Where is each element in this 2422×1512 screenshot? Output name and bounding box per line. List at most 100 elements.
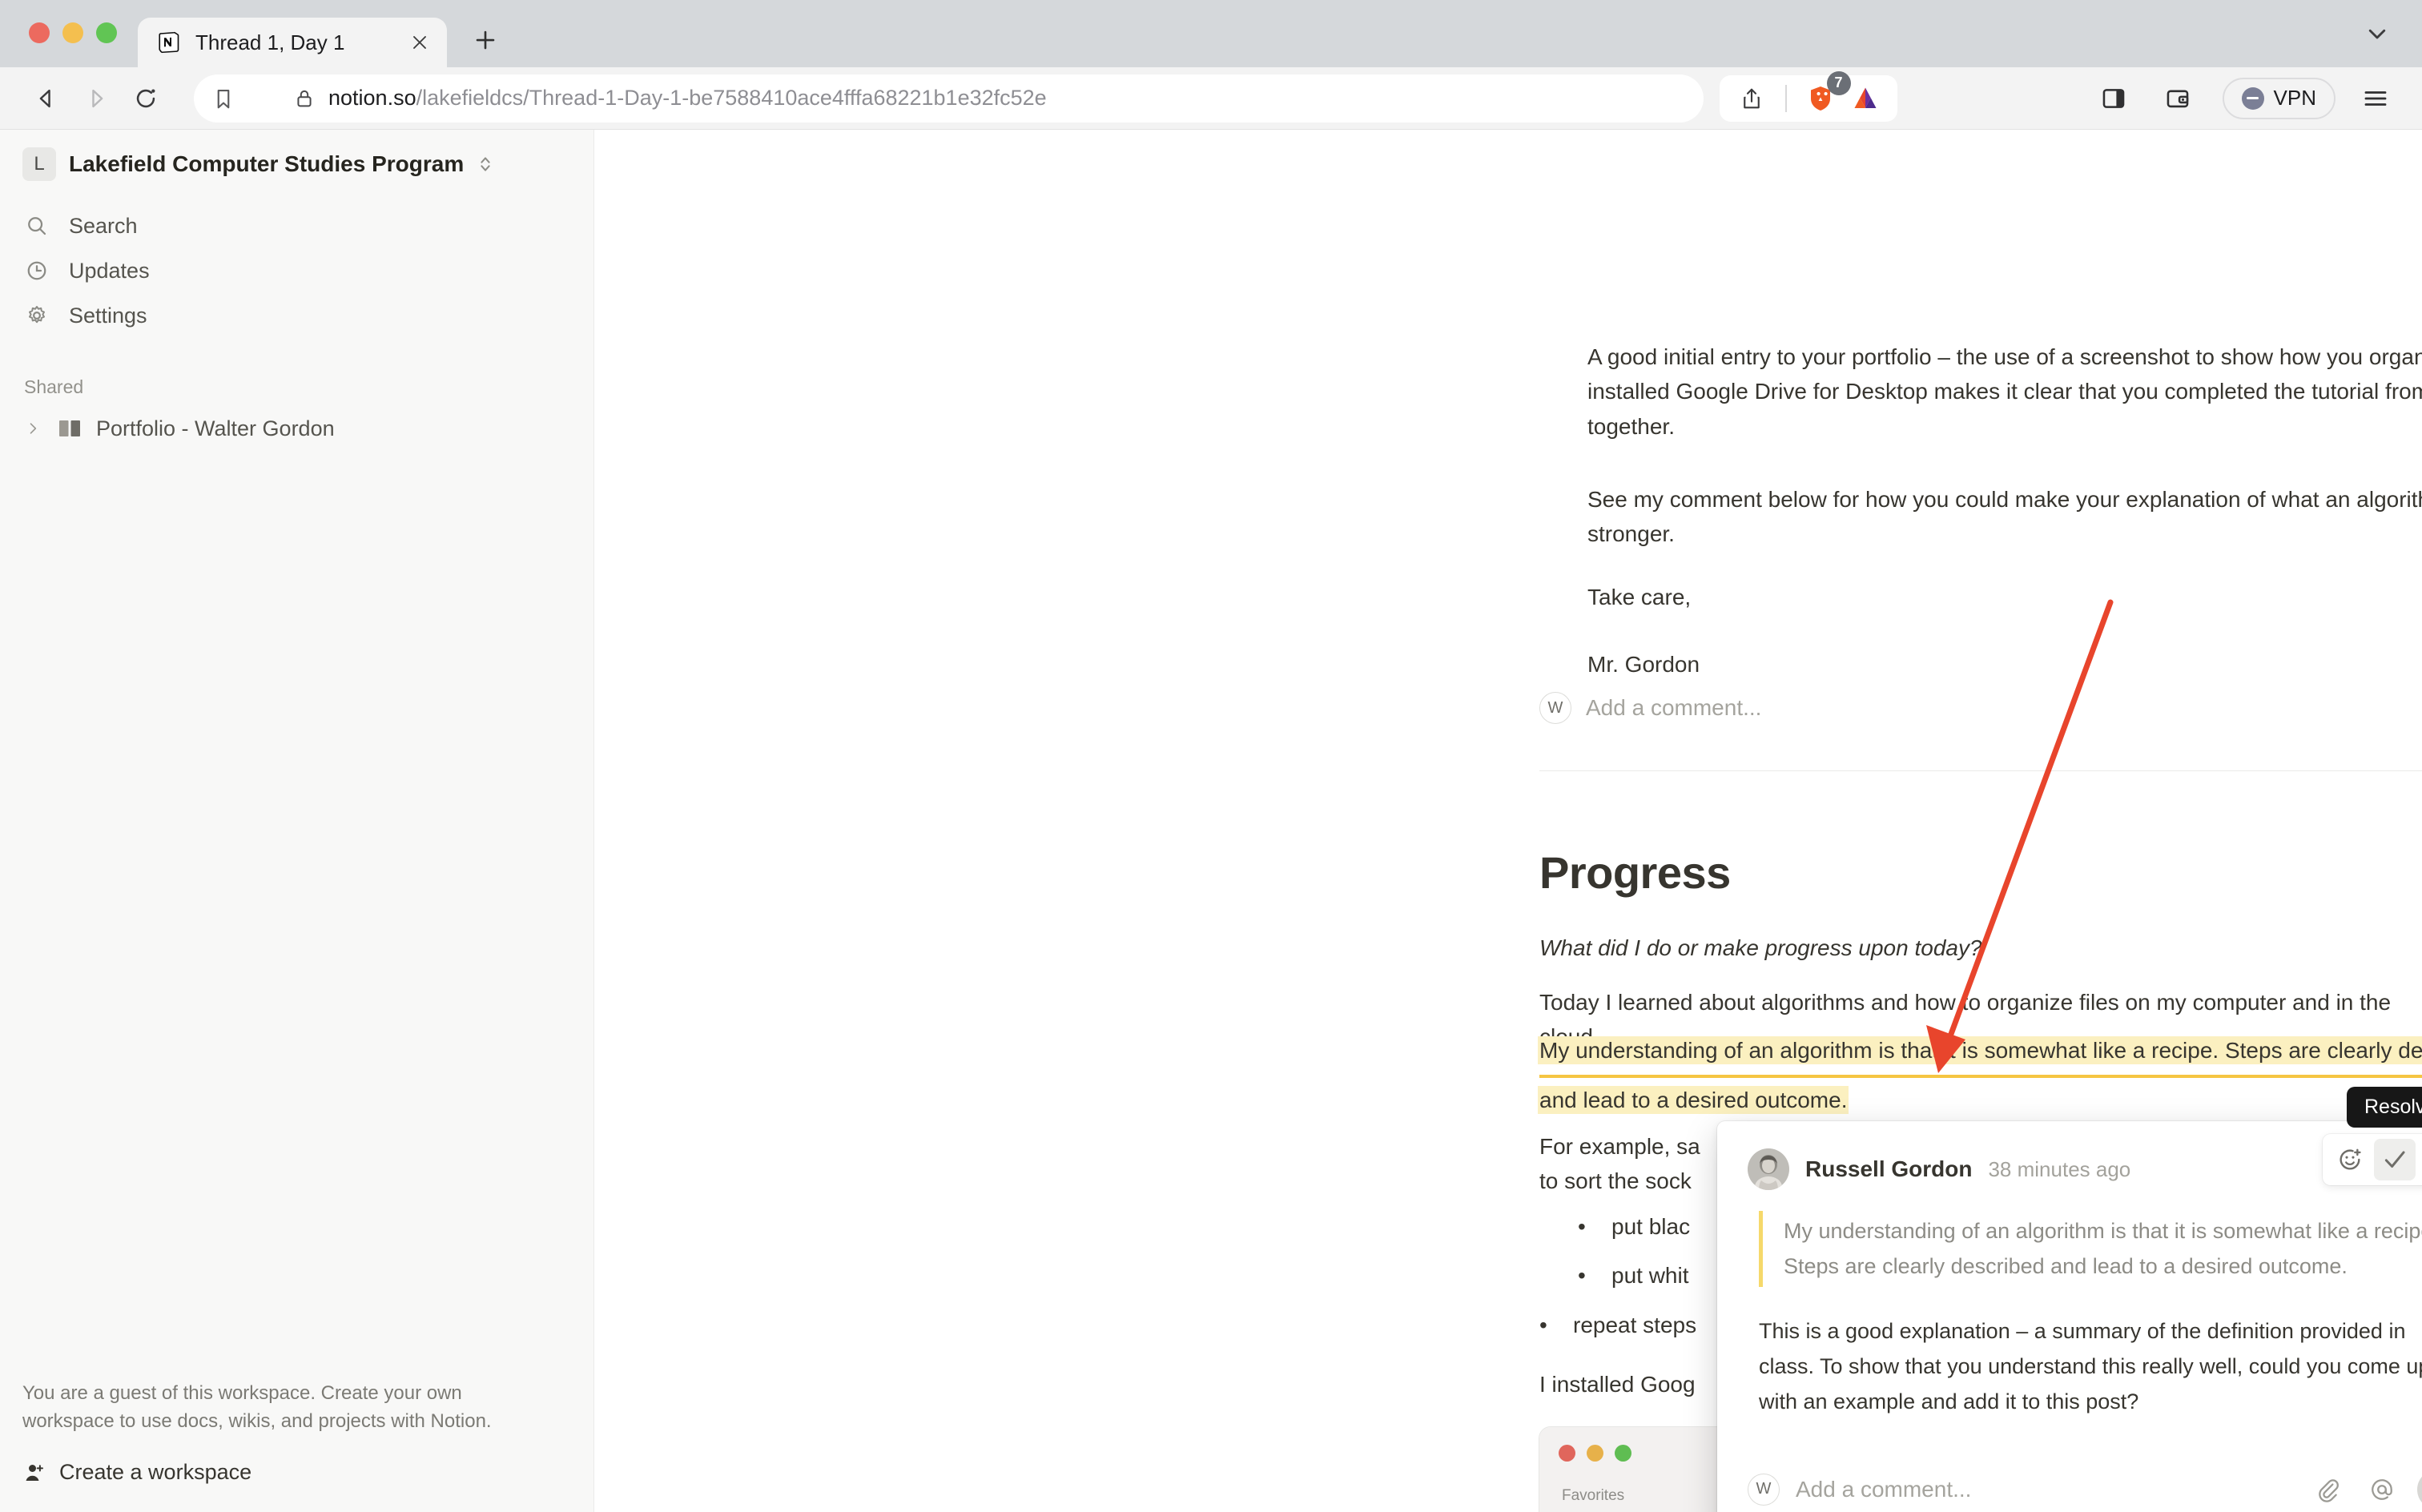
shield-badge-count: 7	[1827, 71, 1851, 95]
clock-icon	[22, 259, 51, 283]
address-bar[interactable]: notion.so/lakefieldcs/Thread-1-Day-1-be7…	[194, 74, 1704, 123]
chevron-updown-icon[interactable]	[477, 153, 494, 175]
resolve-check-icon[interactable]	[2374, 1139, 2416, 1180]
sidebar-item-label: Updates	[69, 259, 150, 284]
forward-button[interactable]	[74, 76, 119, 121]
paragraph-see-comment: See my comment below for how you could m…	[1587, 482, 2422, 552]
highlight-line-1: My understanding of an algorithm is that…	[1539, 1038, 2422, 1063]
share-icon[interactable]	[1729, 76, 1774, 121]
notion-icon	[155, 29, 183, 56]
reload-button[interactable]	[123, 76, 168, 121]
highlight-line-2: and lead to a desired outcome.	[1539, 1088, 1847, 1112]
highlighted-commented-text[interactable]: My understanding of an algorithm is that…	[1539, 1033, 2422, 1118]
mention-icon[interactable]	[2363, 1470, 2401, 1509]
window-traffic-lights	[0, 22, 117, 67]
page-title: Progress	[1539, 846, 1731, 899]
workspace-avatar: L	[22, 147, 56, 181]
comment-timestamp: 38 minutes ago	[1988, 1157, 2130, 1182]
book-icon	[56, 418, 83, 439]
chevron-right-icon[interactable]	[22, 420, 43, 436]
resolve-tooltip: Resolve	[2347, 1087, 2422, 1128]
comment-composer[interactable]: W Add a comment...	[1717, 1449, 2422, 1512]
close-icon[interactable]	[407, 30, 432, 55]
bullet-dot-icon: •	[1578, 1209, 1594, 1244]
list-item-label: put blac	[1611, 1209, 1690, 1244]
back-button[interactable]	[24, 76, 69, 121]
sidebar-item-settings[interactable]: Settings	[0, 293, 593, 338]
vpn-label: VPN	[2274, 86, 2316, 111]
bullet-dot-icon: •	[1578, 1258, 1594, 1293]
finder-minimize-button	[1587, 1445, 1603, 1462]
comment-body: This is a good explanation – a summary o…	[1759, 1314, 2422, 1419]
bullet-dot-icon: •	[1539, 1308, 1555, 1342]
browser-window: Thread 1, Day 1	[0, 0, 2422, 1512]
page-comment-composer[interactable]: W Add a comment...	[1539, 692, 2422, 724]
paragraph-signoff: Mr. Gordon	[1587, 647, 1700, 682]
bookmark-icon[interactable]	[211, 86, 235, 111]
comment-author: Russell Gordon	[1805, 1156, 1972, 1182]
comment-underline	[1539, 1075, 2422, 1078]
brave-shields-icon[interactable]: 7	[1798, 76, 1843, 121]
attachment-icon[interactable]	[2308, 1470, 2347, 1509]
url-host: notion.so	[328, 86, 416, 110]
installed-left: I installed Goog	[1539, 1372, 1696, 1397]
new-tab-button[interactable]	[468, 22, 503, 58]
notion-app: L Lakefield Computer Studies Program Sea…	[0, 130, 2422, 1512]
close-window-button[interactable]	[29, 22, 50, 43]
sidebar-item-label: Search	[69, 214, 138, 239]
sidebar-item-label: Portfolio - Walter Gordon	[96, 416, 335, 441]
create-workspace-button[interactable]: Create a workspace	[22, 1460, 571, 1485]
quoted-text: My understanding of an algorithm is that…	[1759, 1211, 2422, 1287]
sidebar-section-label: Shared	[0, 338, 593, 406]
workspace-name: Lakefield Computer Studies Program	[69, 151, 464, 177]
vpn-status-icon	[2242, 87, 2264, 110]
paragraph-take-care: Take care,	[1587, 580, 1691, 614]
send-icon[interactable]	[2417, 1470, 2422, 1510]
url-path: /lakefieldcs/Thread-1-Day-1-be7588410ace…	[416, 86, 1047, 110]
add-comment-placeholder: Add a comment...	[1796, 1477, 2292, 1502]
list-item-label: put whit	[1611, 1258, 1689, 1293]
sidebar-item-portfolio[interactable]: Portfolio - Walter Gordon	[0, 406, 593, 451]
person-add-icon	[22, 1461, 46, 1485]
sidebar-footer: You are a guest of this workspace. Creat…	[0, 1380, 593, 1512]
notion-sidebar: L Lakefield Computer Studies Program Sea…	[0, 130, 594, 1512]
example-line-2: to sort the sock	[1539, 1168, 1692, 1193]
workspace-switcher[interactable]: L Lakefield Computer Studies Program	[0, 130, 593, 189]
comment-popup: Russell Gordon 38 minutes ago	[1717, 1121, 2422, 1512]
browser-tab[interactable]: Thread 1, Day 1	[138, 18, 447, 67]
avatar: W	[1539, 692, 1571, 724]
document-canvas: A good initial entry to your portfolio –…	[594, 130, 2422, 1512]
more-options-icon[interactable]	[2419, 1139, 2422, 1180]
chevron-down-icon[interactable]	[2361, 18, 2393, 50]
sidebar-nav: Search Updates Settings	[0, 189, 593, 338]
paragraph-intro: A good initial entry to your portfolio –…	[1587, 340, 2422, 444]
sidebar-item-label: Settings	[69, 304, 147, 328]
example-line-1: For example, sa	[1539, 1134, 1700, 1159]
vpn-button[interactable]: VPN	[2223, 78, 2336, 119]
paragraph-prompt: What did I do or make progress upon toda…	[1539, 931, 1982, 965]
url-text: notion.so/lakefieldcs/Thread-1-Day-1-be7…	[328, 86, 1047, 111]
hamburger-menu-icon[interactable]	[2353, 76, 2398, 121]
add-reaction-icon[interactable]	[2329, 1139, 2371, 1180]
extension-group: 7	[1720, 75, 1897, 122]
list-item-label: repeat steps	[1573, 1308, 1696, 1342]
minimize-window-button[interactable]	[62, 22, 83, 43]
create-workspace-label: Create a workspace	[59, 1460, 251, 1485]
guest-note: You are a guest of this workspace. Creat…	[22, 1380, 535, 1436]
gear-icon	[22, 304, 51, 328]
comment-toolbar	[2323, 1134, 2422, 1185]
tab-title: Thread 1, Day 1	[195, 30, 394, 55]
avatar	[1748, 1148, 1789, 1190]
search-icon	[22, 214, 51, 238]
wallet-icon[interactable]	[2155, 76, 2200, 121]
maximize-window-button[interactable]	[96, 22, 117, 43]
sidebar-toggle-icon[interactable]	[2091, 76, 2136, 121]
toolbar-divider	[1785, 85, 1787, 112]
finder-close-button	[1559, 1445, 1575, 1462]
avatar: W	[1748, 1474, 1780, 1506]
browser-toolbar: notion.so/lakefieldcs/Thread-1-Day-1-be7…	[0, 67, 2422, 130]
comment-header: Russell Gordon 38 minutes ago	[1748, 1148, 2422, 1190]
sidebar-item-search[interactable]: Search	[0, 203, 593, 248]
sidebar-item-updates[interactable]: Updates	[0, 248, 593, 293]
finder-maximize-button	[1615, 1445, 1631, 1462]
